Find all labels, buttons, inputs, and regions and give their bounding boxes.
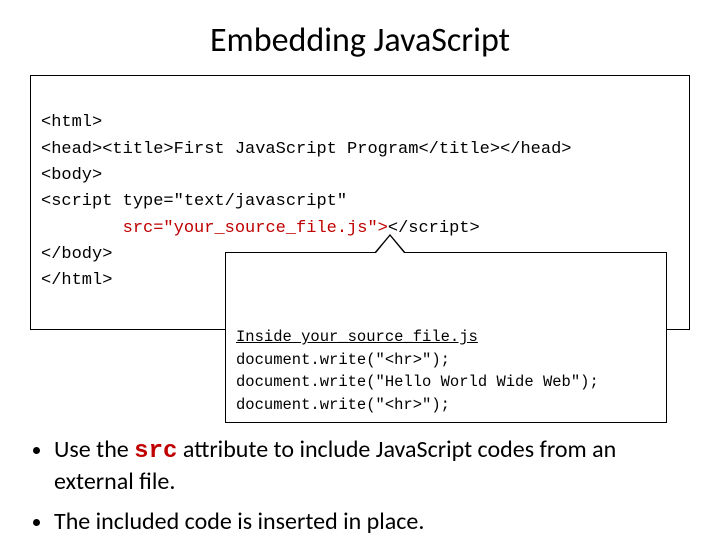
code-line-1: <html>	[41, 113, 102, 132]
code-src-attribute: src="your_source_file.js">	[123, 219, 388, 238]
callout-box: Inside your_source_file.js document.writ…	[225, 252, 667, 423]
bullet-2: The included code is inserted in place.	[54, 507, 690, 537]
bullet-1: Use the src attribute to include JavaScr…	[54, 435, 690, 497]
bullet-list: Use the src attribute to include JavaScr…	[30, 435, 690, 537]
slide-title: Embedding JavaScript	[30, 20, 690, 61]
code-line-7: </html>	[41, 271, 112, 290]
code-line-4: <script type="text/javascript"	[41, 192, 347, 211]
bullet-1-pre: Use the	[54, 435, 134, 464]
bullet-1-src: src	[134, 438, 177, 465]
code-line-3: <body>	[41, 166, 102, 185]
code-line-6: </body>	[41, 245, 112, 264]
callout-pointer	[376, 236, 404, 253]
callout-heading: Inside your_source_file.js	[236, 328, 478, 346]
callout-line-2: document.write("Hello World Wide Web");	[236, 373, 599, 391]
code-line-2: <head><title>First JavaScript Program</t…	[41, 140, 572, 159]
code-line-5-indent	[41, 219, 123, 238]
code-box: <html> <head><title>First JavaScript Pro…	[30, 75, 690, 330]
callout-line-1: document.write("<hr>");	[236, 351, 450, 369]
callout-line-3: document.write("<hr>");	[236, 396, 450, 414]
